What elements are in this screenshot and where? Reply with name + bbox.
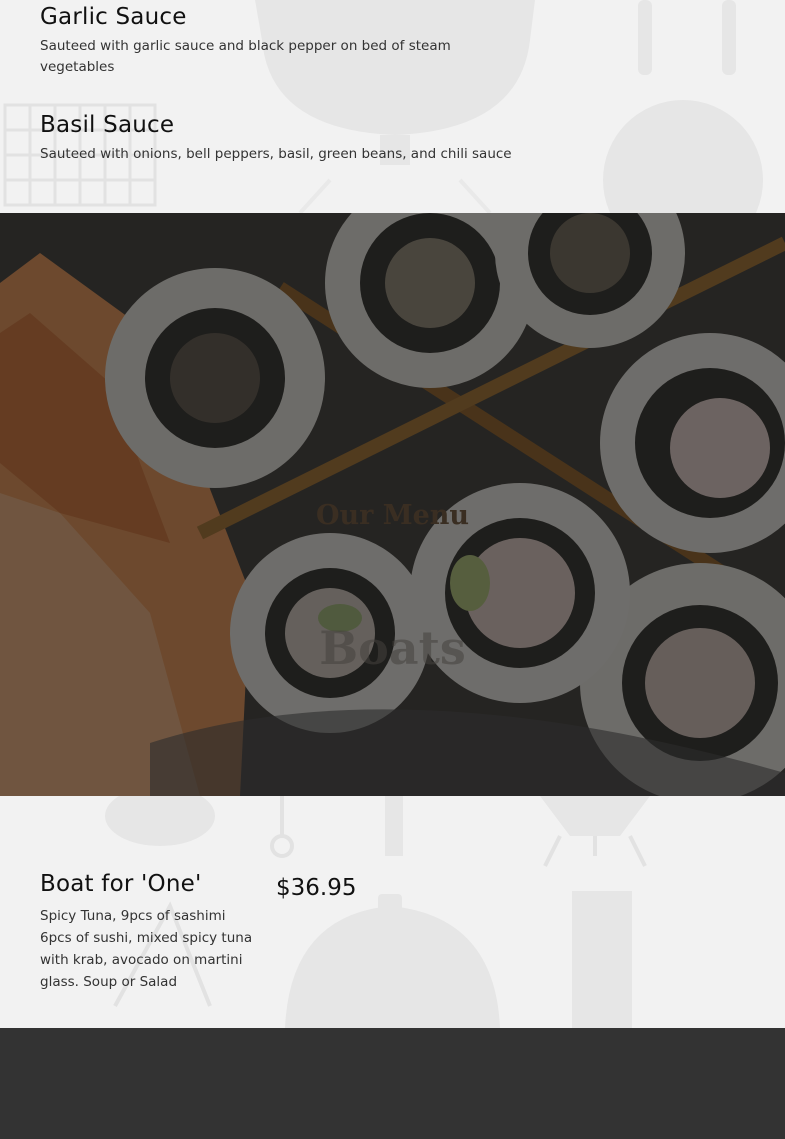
sauce-title: Basil Sauce xyxy=(40,112,175,138)
menu-item-price: $36.95 xyxy=(276,875,357,901)
menu-banner: Our Menu Boats xyxy=(0,213,785,796)
sauce-item: Garlic Sauce Sauteed with garlic sauce a… xyxy=(40,4,480,78)
sauce-list-section: Garlic Sauce Sauteed with garlic sauce a… xyxy=(0,0,785,213)
sauce-description: Sauteed with garlic sauce and black pepp… xyxy=(40,38,451,75)
menu-item: Boat for 'One' Spicy Tuna, 9pcs of sashi… xyxy=(40,871,260,993)
sauce-title: Garlic Sauce xyxy=(40,4,187,30)
banner-subtitle: Boats xyxy=(319,621,466,675)
sauce-item: Basil Sauce Sauteed with onions, bell pe… xyxy=(40,112,640,165)
menu-items-section: Boat for 'One' Spicy Tuna, 9pcs of sashi… xyxy=(0,796,785,1028)
menu-item-title: Boat for 'One' xyxy=(40,871,202,897)
banner-title: Our Menu xyxy=(315,500,470,531)
sauce-description: Sauteed with onions, bell peppers, basil… xyxy=(40,146,512,162)
menu-item-description: Spicy Tuna, 9pcs of sashimi 6pcs of sush… xyxy=(40,908,253,990)
footer xyxy=(0,1028,785,1139)
